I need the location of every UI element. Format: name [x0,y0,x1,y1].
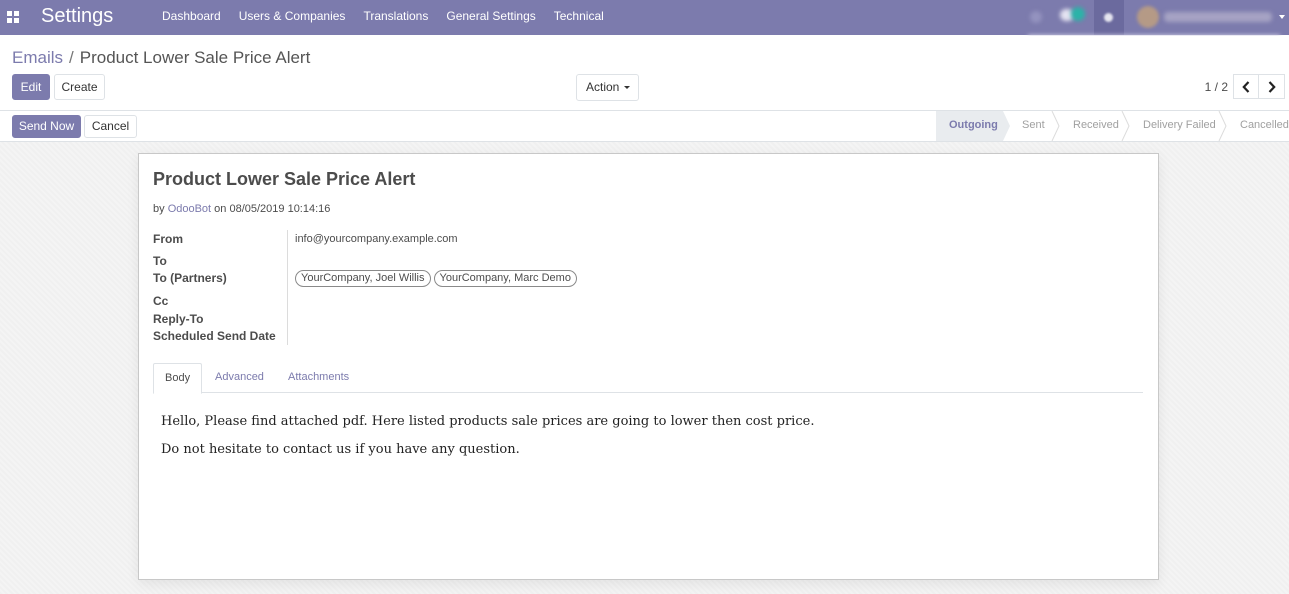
breadcrumb-separator: / [69,48,74,67]
pager-previous-button[interactable] [1233,74,1259,99]
caret-down-icon [1279,15,1285,19]
form-view: Product Lower Sale Price Alert by OdooBo… [0,142,1289,594]
stage-outgoing: Outgoing [936,111,1010,141]
menu-translations[interactable]: Translations [354,0,437,35]
cc-label: Cc [153,294,169,308]
main-menu: Dashboard Users & Companies Translations… [153,0,613,35]
stage-label: Received [1073,119,1119,131]
apps-menu-icon[interactable] [7,11,19,23]
mail-body: Hello, Please find attached pdf. Here li… [161,413,814,469]
menu-dashboard[interactable]: Dashboard [153,0,230,35]
chat-badge-icon [1071,7,1085,21]
control-panel: Emails / Product Lower Sale Price Alert Ed… [0,36,1289,111]
status-stages: Outgoing Sent Received Delivery Failed C… [936,111,1289,141]
stage-received: Received [1054,111,1130,141]
mail-meta: by OdooBot on 08/05/2019 10:14:16 [153,202,330,216]
scheduled-send-date-label: Scheduled Send Date [153,329,276,343]
breadcrumb: Emails / Product Lower Sale Price Alert [12,48,310,68]
stage-label: Outgoing [949,119,998,131]
to-partners-label: To (Partners) [153,271,227,285]
partner-tag[interactable]: YourCompany, Joel Willis [295,270,431,287]
pager-next-button[interactable] [1259,74,1285,99]
stage-arrow-icon [1218,111,1227,141]
stage-arrow-icon [1051,111,1060,141]
menu-users-companies[interactable]: Users & Companies [230,0,355,35]
stage-cancelled: Cancelled [1221,111,1289,141]
pager: 1 / 2 [1205,74,1285,99]
to-label: To [153,254,167,268]
mail-subject: Product Lower Sale Price Alert [153,169,416,189]
reply-to-label: Reply-To [153,312,204,326]
stage-label: Delivery Failed [1143,119,1216,131]
body-paragraph: Do not hesitate to contact us if you hav… [161,442,520,457]
user-name [1164,12,1272,22]
create-button[interactable]: Create [54,74,105,100]
form-sheet: Product Lower Sale Price Alert by OdooBo… [138,153,1159,580]
stage-delivery-failed: Delivery Failed [1124,111,1227,141]
partner-tag[interactable]: YourCompany, Marc Demo [433,270,577,287]
top-navbar: Settings Dashboard Users & Companies Tra… [0,0,1289,35]
chevron-left-icon [1242,80,1250,93]
avatar [1137,6,1159,28]
activity-icon[interactable] [1094,0,1124,35]
cancel-button[interactable]: Cancel [84,115,137,138]
from-label: From [153,232,183,246]
systray-icon[interactable] [1030,11,1042,23]
pager-value[interactable]: 1 / 2 [1205,80,1228,94]
fields-divider [287,230,288,345]
partner-tags: YourCompany, Joel Willis YourCompany, Ma… [295,270,577,287]
action-label: Action [586,80,620,94]
edit-button[interactable]: Edit [12,74,50,100]
stage-label: Sent [1022,119,1045,131]
statusbar: Send Now Cancel Outgoing Sent Received D… [0,111,1289,142]
app-title[interactable]: Settings [41,4,113,28]
meta-date: on 08/05/2019 10:14:16 [214,203,331,215]
stage-sent: Sent [1003,111,1060,141]
tab-body[interactable]: Body [153,363,203,394]
menu-technical[interactable]: Technical [545,0,613,35]
from-value: info@yourcompany.example.com [295,233,458,245]
menu-general-settings[interactable]: General Settings [437,0,544,35]
tab-attachments[interactable]: Attachments [276,363,361,393]
breadcrumb-current: Product Lower Sale Price Alert [79,48,311,67]
stage-arrow-icon [1121,111,1130,141]
author-link[interactable]: OdooBot [168,203,211,215]
chevron-right-icon [1268,80,1276,93]
breadcrumb-emails-link[interactable]: Emails [12,48,63,67]
stage-label: Cancelled [1240,119,1289,131]
meta-by: by [153,203,165,215]
body-paragraph: Hello, Please find attached pdf. Here li… [161,414,815,429]
notebook-tabs: Body Advanced Attachments [153,363,1143,394]
send-now-button[interactable]: Send Now [12,115,81,138]
action-dropdown-button[interactable]: Action [576,74,639,101]
user-menu[interactable] [1137,5,1285,29]
caret-down-icon [624,86,631,90]
tab-advanced[interactable]: Advanced [203,363,276,393]
